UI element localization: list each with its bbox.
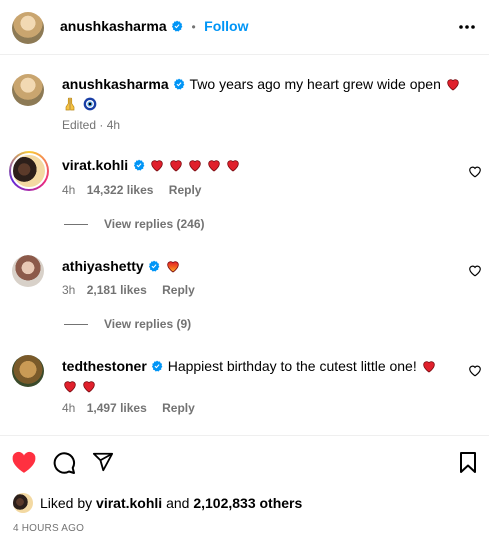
header-separator: • xyxy=(191,20,196,34)
nazar-amulet-emoji-icon xyxy=(84,97,97,111)
comment-like-icon[interactable] xyxy=(468,364,482,377)
reply-button[interactable]: Reply xyxy=(162,283,195,297)
comment-avatar[interactable] xyxy=(12,255,44,287)
caption-avatar[interactable] xyxy=(12,74,44,106)
comment-likes[interactable]: 2,181 likes xyxy=(87,283,147,297)
folded-hands-emoji-icon xyxy=(65,97,75,111)
comment-like-icon[interactable] xyxy=(468,165,482,178)
comment-meta: 4h 14,322 likes Reply xyxy=(62,183,201,197)
comment-like-icon[interactable] xyxy=(468,264,482,277)
reply-button[interactable]: Reply xyxy=(169,183,202,197)
red-heart-emoji-icon xyxy=(227,160,239,172)
comment-hearts xyxy=(149,157,244,174)
heart-filled-icon[interactable] xyxy=(11,450,37,474)
view-replies-label: View replies (9) xyxy=(104,317,192,331)
actions-divider xyxy=(0,435,489,436)
heart-on-fire-emoji-icon xyxy=(166,261,179,273)
liked-by-avatar[interactable] xyxy=(13,493,33,513)
bookmark-icon[interactable] xyxy=(459,452,477,474)
comment-likes[interactable]: 14,322 likes xyxy=(87,183,154,197)
red-heart-emoji-icon xyxy=(83,381,95,393)
view-replies-button[interactable]: View replies (246) xyxy=(64,217,205,231)
comment-avatar[interactable] xyxy=(12,355,44,387)
red-heart-emoji-icon xyxy=(170,160,182,172)
view-replies-line xyxy=(64,324,88,326)
red-heart-emoji-icon xyxy=(447,79,460,91)
verified-badge-icon xyxy=(149,260,160,272)
comment-avatar xyxy=(11,153,47,189)
liked-by-line: Liked by virat.kohli and 2,102,833 other… xyxy=(40,495,302,511)
comment-text-block: virat.kohli xyxy=(62,155,244,176)
comment-meta: 4h 1,497 likes Reply xyxy=(62,401,195,415)
comment-likes[interactable]: 1,497 likes xyxy=(87,401,147,415)
comment-username[interactable]: virat.kohli xyxy=(62,157,128,173)
red-heart-emoji-icon xyxy=(189,160,201,172)
caption-time: 4h xyxy=(106,118,121,132)
follow-button[interactable]: Follow xyxy=(204,18,248,34)
red-heart-emoji-icon xyxy=(151,160,163,172)
liked-by-and: and xyxy=(166,495,190,511)
edited-label: Edited xyxy=(62,118,97,132)
header-user-line: anushkasharma • Follow xyxy=(60,18,249,36)
view-replies-line xyxy=(64,224,88,226)
verified-badge-icon xyxy=(171,20,183,32)
comment-meta: 3h 2,181 likes Reply xyxy=(62,283,195,297)
caption-username[interactable]: anushkasharma xyxy=(62,76,169,92)
red-heart-emoji-icon xyxy=(64,381,76,393)
caption-text: Two years ago my heart grew wide open xyxy=(189,76,441,92)
author-avatar[interactable] xyxy=(12,12,44,44)
comment-time: 3h xyxy=(62,283,76,297)
more-horizontal-icon[interactable] xyxy=(458,24,476,30)
post-header: anushkasharma • Follow xyxy=(0,0,489,55)
comment-time: 4h xyxy=(62,183,76,197)
liked-by-prefix: Liked by xyxy=(40,495,93,511)
comment-avatar-ring[interactable] xyxy=(9,151,49,191)
red-heart-emoji-icon xyxy=(423,361,435,373)
liked-by-others[interactable]: 2,102,833 others xyxy=(193,495,302,511)
comment-text-block: athiyashetty xyxy=(62,256,181,277)
comment-text-block: tedthestoner Happiest birthday to the cu… xyxy=(62,356,458,397)
post-timestamp[interactable]: 4 HOURS AGO xyxy=(13,523,84,534)
comment-text: Happiest birthday to the cutest little o… xyxy=(167,358,417,374)
comment-username[interactable]: tedthestoner xyxy=(62,358,147,374)
comment-time: 4h xyxy=(62,401,76,415)
liked-by-user[interactable]: virat.kohli xyxy=(96,495,162,511)
verified-badge-icon xyxy=(133,159,144,171)
author-username[interactable]: anushkasharma xyxy=(60,18,167,34)
share-icon[interactable] xyxy=(92,451,114,473)
reply-button[interactable]: Reply xyxy=(162,401,195,415)
view-replies-label: View replies (246) xyxy=(104,217,205,231)
comment-icon[interactable] xyxy=(52,451,76,475)
comment-username[interactable]: athiyashetty xyxy=(62,258,144,274)
red-heart-emoji-icon xyxy=(208,160,220,172)
caption-meta: Edited · 4h xyxy=(62,118,121,132)
view-replies-button[interactable]: View replies (9) xyxy=(64,317,191,331)
caption-text-block: anushkasharma Two years ago my heart gre… xyxy=(62,74,462,115)
verified-badge-icon xyxy=(173,78,185,90)
verified-badge-icon xyxy=(152,360,163,372)
